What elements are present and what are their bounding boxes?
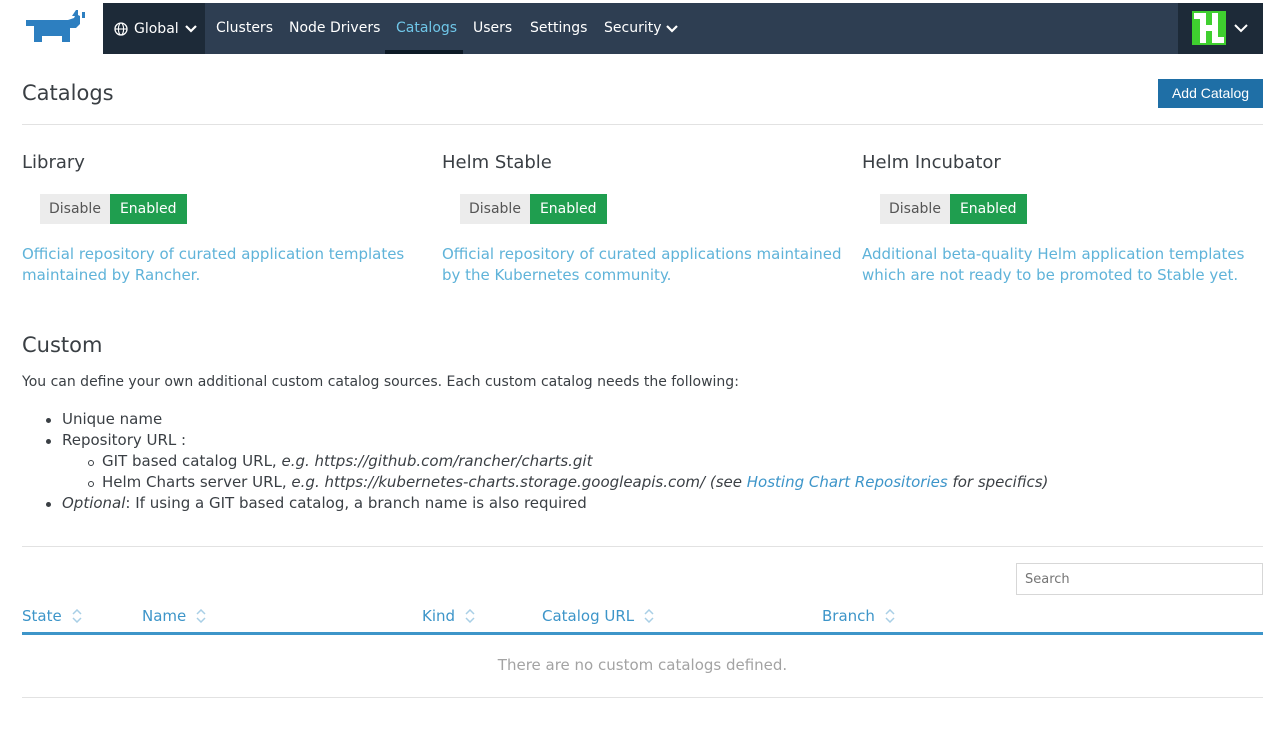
helm-label: Helm Charts server URL,: [102, 473, 287, 491]
req-unique-name: Unique name: [62, 410, 163, 428]
catalog-toggle: Disable Enabled: [460, 194, 607, 224]
catalog-description-line: which are not ready to be promoted to St…: [862, 266, 1239, 284]
column-header-branch[interactable]: Branch: [822, 607, 895, 625]
catalog-description-line: maintained by Rancher.: [22, 266, 201, 284]
sort-icon: [72, 609, 82, 623]
column-header-name[interactable]: Name: [142, 607, 206, 625]
list-bullet: [46, 439, 51, 444]
column-header-state[interactable]: State: [22, 607, 82, 625]
helm-example: e.g. https://kubernetes-charts.storage.g…: [291, 473, 742, 491]
chevron-down-icon: [184, 25, 197, 33]
catalog-description-line: Official repository of curated applicati…: [442, 245, 842, 263]
catalog-description: Official repository of curated applicati…: [442, 244, 842, 286]
global-menu[interactable]: Global: [103, 3, 205, 54]
disable-button[interactable]: Disable: [880, 194, 950, 224]
nav-catalogs[interactable]: Catalogs: [396, 3, 457, 54]
req-optional: Optional: If using a GIT based catalog, …: [62, 494, 587, 512]
user-menu[interactable]: [1178, 3, 1263, 54]
rancher-logo[interactable]: [22, 10, 90, 48]
disable-button[interactable]: Disable: [40, 194, 110, 224]
list-bullet: [46, 418, 51, 423]
sort-icon: [196, 609, 206, 623]
catalog-helm-stable: Helm Stable Disable Enabled Official rep…: [442, 152, 842, 284]
column-label: State: [22, 607, 62, 625]
catalog-description-line: Additional beta-quality Helm application…: [862, 245, 1245, 263]
optional-text: : If using a GIT based catalog, a branch…: [125, 494, 587, 512]
table-header-border: [22, 632, 1263, 635]
custom-intro: You can define your own additional custo…: [22, 374, 739, 390]
catalog-name: Library: [22, 152, 85, 173]
global-label: Global: [134, 20, 179, 37]
nav-clusters[interactable]: Clusters: [216, 3, 273, 54]
custom-section-title: Custom: [22, 333, 103, 357]
req-repo-url: Repository URL :: [62, 431, 187, 449]
catalog-name: Helm Stable: [442, 152, 552, 173]
nav-security-label: Security: [604, 20, 662, 36]
optional-label: Optional: [62, 494, 126, 512]
catalog-library: Library Disable Enabled Official reposit…: [22, 152, 422, 284]
main-nav: Global Clusters Node Drivers Catalogs Us…: [103, 3, 1263, 54]
enabled-button[interactable]: Enabled: [949, 194, 1027, 224]
git-example: e.g. https://github.com/rancher/charts.g…: [281, 452, 593, 470]
helm-suffix: for specifics): [952, 473, 1049, 491]
divider: [22, 546, 1263, 547]
divider: [22, 124, 1263, 125]
chevron-down-icon: [666, 24, 678, 33]
column-header-catalog-url[interactable]: Catalog URL: [542, 607, 654, 625]
active-tab-indicator: [385, 50, 463, 54]
catalog-description: Additional beta-quality Helm application…: [862, 244, 1244, 286]
sort-icon: [465, 609, 475, 623]
column-label: Kind: [422, 607, 456, 625]
column-label: Name: [142, 607, 187, 625]
catalog-description-line: Official repository of curated applicati…: [22, 245, 405, 263]
divider: [22, 697, 1263, 698]
search-input[interactable]: [1016, 563, 1263, 595]
catalog-name: Helm Incubator: [862, 152, 1001, 173]
add-catalog-button[interactable]: Add Catalog: [1158, 79, 1263, 108]
catalog-toggle: Disable Enabled: [40, 194, 187, 224]
top-navbar: Global Clusters Node Drivers Catalogs Us…: [0, 3, 1263, 54]
list-bullet: [88, 481, 94, 487]
chevron-down-icon: [1234, 24, 1248, 33]
catalog-description: Official repository of curated applicati…: [22, 244, 404, 286]
disable-button[interactable]: Disable: [460, 194, 530, 224]
enabled-button[interactable]: Enabled: [529, 194, 607, 224]
catalog-description-line: by the Kubernetes community.: [442, 266, 672, 284]
sort-icon: [644, 609, 654, 623]
column-label: Branch: [822, 607, 875, 625]
globe-icon: [114, 21, 128, 36]
req-git-url: GIT based catalog URL, e.g. https://gith…: [102, 452, 593, 470]
column-header-kind[interactable]: Kind: [422, 607, 475, 625]
git-label: GIT based catalog URL,: [102, 452, 277, 470]
nav-settings[interactable]: Settings: [530, 3, 587, 54]
sort-icon: [885, 609, 895, 623]
list-bullet: [88, 460, 94, 466]
hosting-chart-repositories-link[interactable]: Hosting Chart Repositories: [747, 473, 948, 491]
column-label: Catalog URL: [542, 607, 635, 625]
nav-node-drivers[interactable]: Node Drivers: [289, 3, 380, 54]
empty-table-message: There are no custom catalogs defined.: [497, 656, 788, 674]
catalog-toggle: Disable Enabled: [880, 194, 1027, 224]
page-title: Catalogs: [22, 81, 114, 105]
list-bullet: [46, 502, 51, 507]
avatar: [1192, 11, 1226, 45]
nav-security[interactable]: Security: [604, 3, 678, 54]
requirements-list: Unique name Repository URL : GIT based c…: [0, 410, 1100, 520]
enabled-button[interactable]: Enabled: [109, 194, 187, 224]
nav-users[interactable]: Users: [473, 3, 512, 54]
catalog-helm-incubator: Helm Incubator Disable Enabled Additiona…: [862, 152, 1262, 284]
req-helm-url: Helm Charts server URL, e.g. https://kub…: [102, 473, 1048, 491]
